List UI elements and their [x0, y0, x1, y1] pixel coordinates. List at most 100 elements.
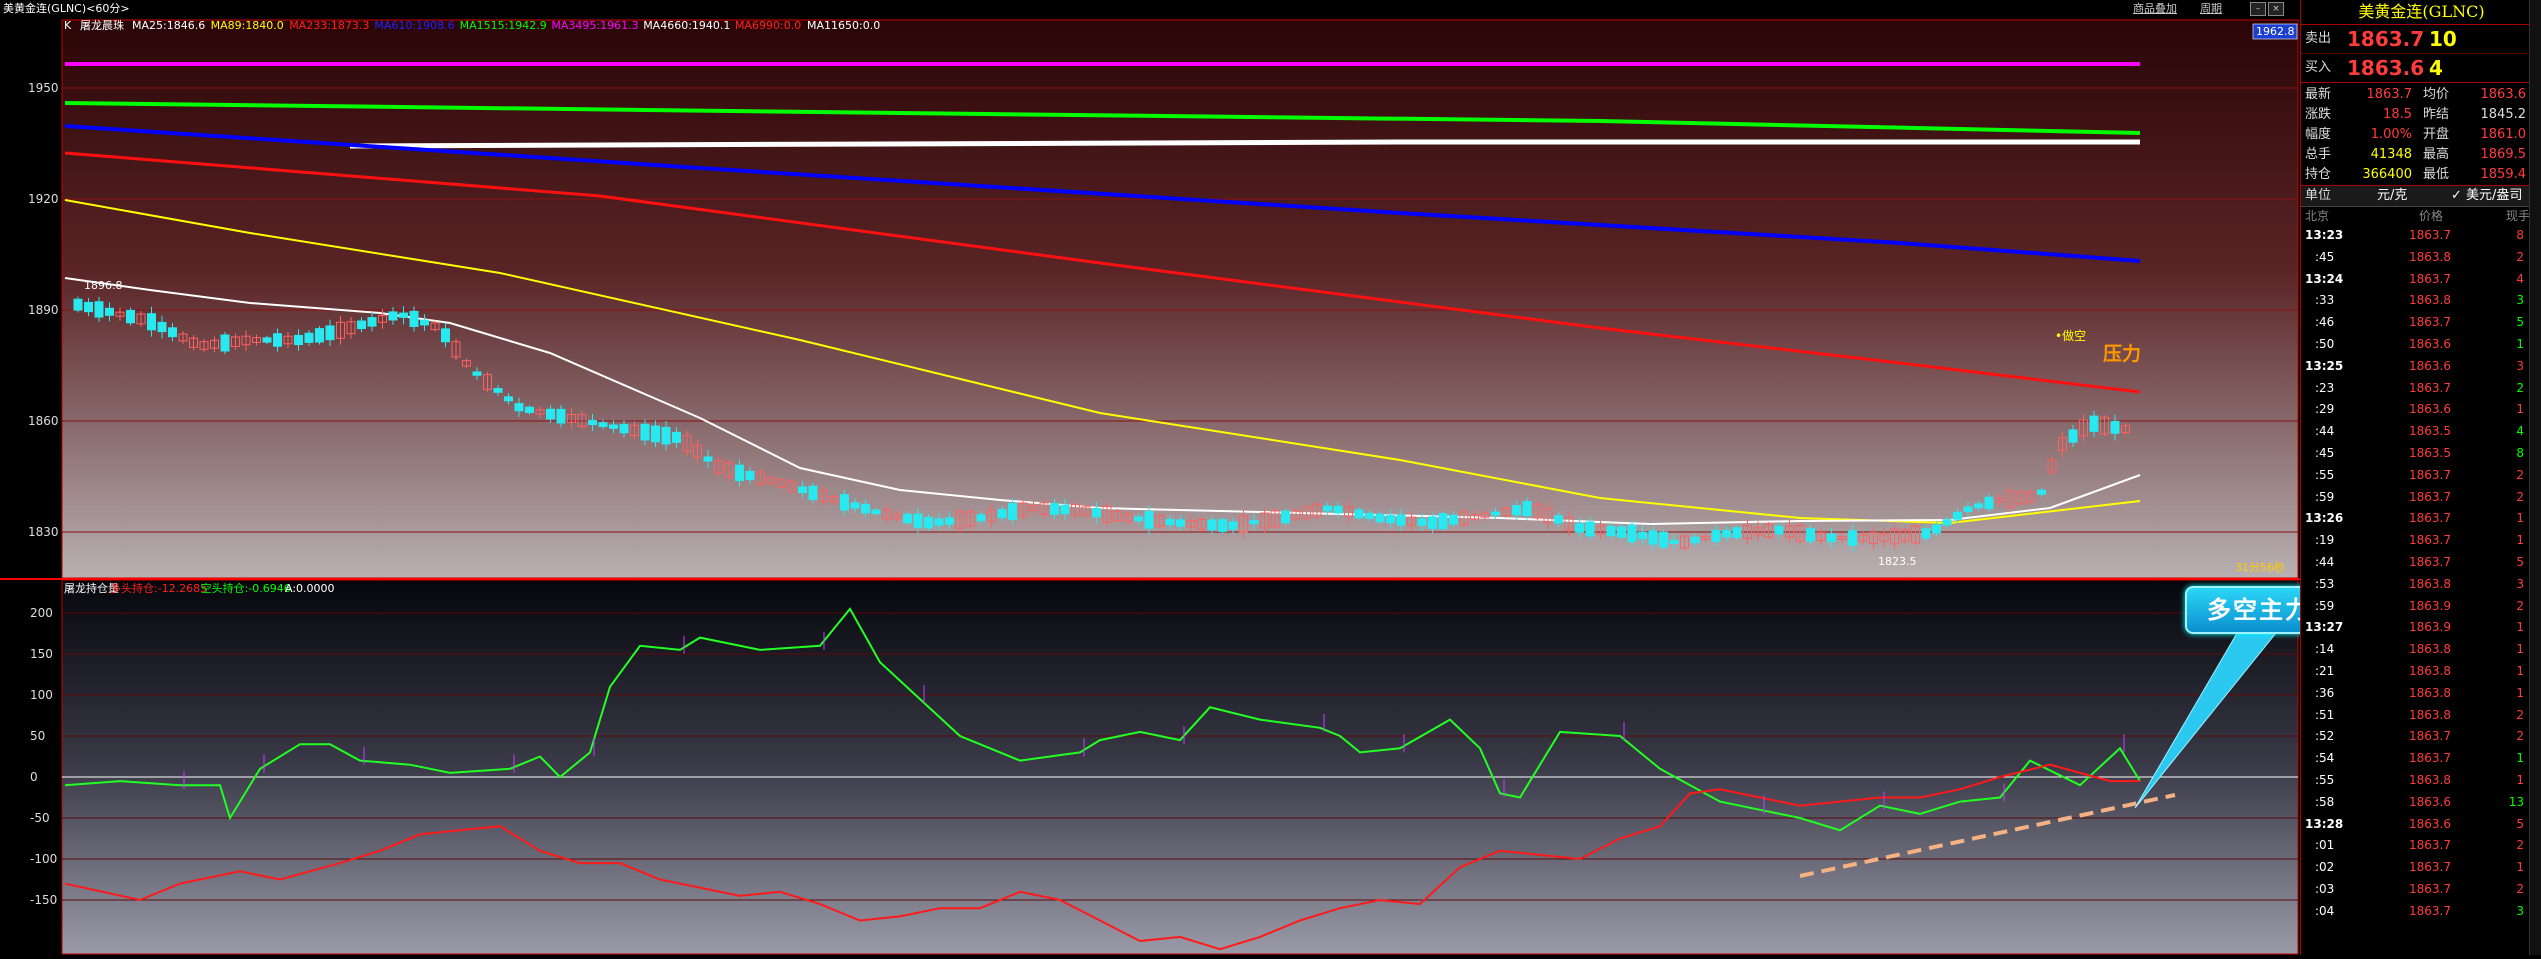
menu-overlay-commodity[interactable]: 商品叠加 [2133, 0, 2177, 18]
stat-value: 1863.7 [2366, 87, 2413, 102]
candle-body [168, 327, 177, 338]
tick-time: :14 [2315, 642, 2335, 657]
menu-period[interactable]: 周期 [2200, 0, 2222, 18]
candle-body [1606, 525, 1616, 537]
tick-row: :55 1863.7 2 [2301, 465, 2541, 487]
stat-row: 最新 1863.7 均价 1863.6 [2301, 85, 2541, 105]
tick-volume: 1 [2516, 860, 2524, 875]
sub-plot-area[interactable] [61, 579, 2299, 955]
chart-area[interactable]: 1950 1920 1890 1860 1830 200 150 100 50 0 -50 -100… [0, 18, 2300, 955]
candle-body [913, 513, 923, 528]
tick-volume: 1 [2516, 402, 2524, 417]
tick-row: :52 1863.7 2 [2301, 726, 2541, 748]
candle-body [325, 325, 335, 341]
tick-time: :55 [2315, 467, 2335, 482]
candle-body [997, 509, 1007, 519]
candle-body [1974, 503, 1983, 509]
tick-row: 13:23 1863.7 8 [2301, 225, 2541, 247]
tick-row: :55 1863.8 1 [2301, 770, 2541, 792]
tick-volume: 1 [2516, 642, 2524, 657]
candle-body [1386, 514, 1395, 524]
candle-body [1690, 536, 1700, 544]
ticks-header: 北京 价格 现手 [2301, 207, 2541, 225]
stat-row: 幅度 1.00% 开盘 1861.0 [2301, 125, 2541, 145]
candle-body [661, 426, 671, 445]
stat-label: 总手 [2305, 147, 2332, 162]
buy-volume: 4 [2429, 56, 2443, 80]
candle-body [1512, 505, 1521, 516]
tick-row: :03 1863.7 2 [2301, 879, 2541, 901]
tick-volume: 4 [2516, 271, 2524, 286]
tick-row: 13:24 1863.7 4 [2301, 269, 2541, 291]
tick-row: :45 1863.8 2 [2301, 247, 2541, 269]
tick-volume: 3 [2516, 903, 2524, 918]
tick-row: :45 1863.5 8 [2301, 443, 2541, 465]
unit-usd-option[interactable]: ✓ 美元/盎司 [2451, 186, 2522, 206]
tick-row: :29 1863.6 1 [2301, 399, 2541, 421]
tick-time: :33 [2315, 293, 2335, 308]
main-plot-area[interactable] [61, 19, 2299, 579]
stat-label: 持仓 [2305, 167, 2332, 182]
tick-volume: 3 [2516, 293, 2524, 308]
tick-time: :36 [2315, 685, 2335, 700]
short-signal-label: •做空 [2055, 328, 2086, 343]
candle-body [1963, 506, 1973, 512]
candle-body [420, 319, 429, 326]
sub-y-tick: 150 [30, 647, 53, 661]
tick-time: :44 [2315, 424, 2335, 439]
tick-price: 1863.7 [2409, 903, 2451, 918]
stat-value: 1859.4 [2480, 167, 2527, 182]
tick-price: 1863.7 [2409, 860, 2451, 875]
tick-list[interactable]: 13:23 1863.7 8:45 1863.8 2 13:24 1863.7 4:33 186… [2301, 225, 2541, 923]
candle-body [1984, 496, 1994, 510]
tick-time: 13:25 [2305, 358, 2344, 373]
candle-body [2037, 489, 2046, 495]
sub-y-tick: -150 [30, 893, 57, 907]
tick-price: 1863.5 [2409, 424, 2451, 439]
candle-body [1449, 514, 1458, 525]
candle-body [1134, 516, 1143, 522]
tick-time: :44 [2315, 554, 2335, 569]
stat-label: 最高 [2423, 147, 2450, 162]
tick-volume: 8 [2516, 228, 2524, 242]
candle-body [304, 332, 314, 343]
candle-body [1354, 509, 1364, 519]
candle-body [651, 425, 660, 443]
tick-price: 1863.6 [2409, 402, 2451, 417]
candle-body [609, 424, 618, 429]
tick-row: :44 1863.5 4 [2301, 421, 2541, 443]
tick-price: 1863.6 [2409, 336, 2451, 351]
stat-row: 总手 41348 最高 1869.5 [2301, 145, 2541, 165]
window-title: 美黄金连(GLNC)<60分> [3, 2, 130, 15]
tick-price: 1863.7 [2409, 228, 2451, 242]
candle-body [556, 408, 566, 424]
minimize-icon[interactable]: – [2250, 2, 2266, 16]
tick-volume: 5 [2516, 816, 2524, 831]
candle-body [1323, 505, 1332, 512]
close-icon[interactable]: × [2268, 2, 2284, 16]
tick-time: :21 [2315, 663, 2335, 678]
tick-volume: 2 [2516, 467, 2524, 482]
panel-title: 美黄金连(GLNC) [2301, 0, 2541, 25]
candle-body [1365, 512, 1374, 519]
candle-body [1942, 519, 1952, 526]
tick-price: 1863.5 [2409, 445, 2451, 460]
tick-row: :23 1863.7 2 [2301, 378, 2541, 400]
stat-label: 幅度 [2305, 127, 2332, 142]
chart-svg[interactable]: 1950 1920 1890 1860 1830 200 150 100 50 0 -50 -100… [0, 18, 2300, 955]
sell-row: 卖出 1863.7 10 [2301, 25, 2541, 54]
candle-body [294, 334, 303, 346]
candle-body [357, 320, 366, 330]
stat-row: 涨跌 18.5 昨结 1845.2 [2301, 105, 2541, 125]
main-y-tick: 1830 [28, 525, 59, 539]
stat-value: 1845.2 [2480, 107, 2527, 122]
candle-body [94, 301, 104, 318]
sub-legend-item: 多头持仓:-12.2685 [110, 581, 207, 595]
unit-cny-option[interactable]: 元/克 [2377, 186, 2407, 206]
panel-scrollbar[interactable] [2529, 0, 2541, 955]
window-titlebar: 美黄金连(GLNC)<60分> 商品叠加 周期 – × [0, 0, 2541, 18]
candle-body [745, 470, 755, 481]
candle-body [808, 485, 818, 501]
tick-row: :53 1863.8 3 [2301, 574, 2541, 596]
candle-body [1438, 513, 1448, 530]
